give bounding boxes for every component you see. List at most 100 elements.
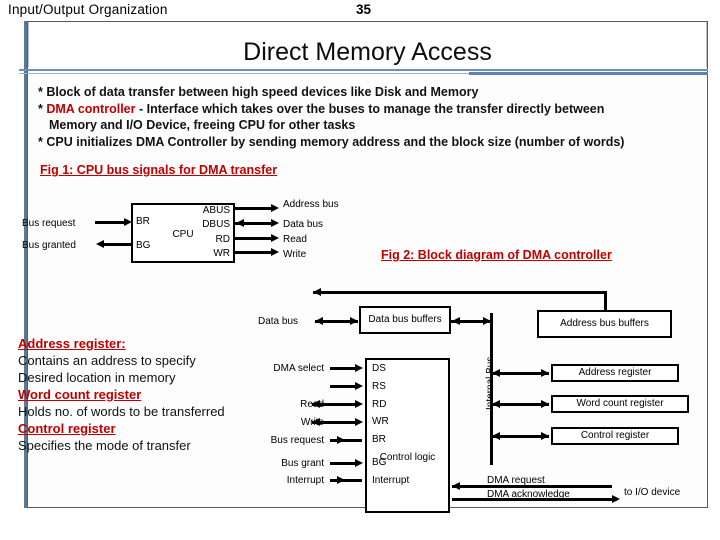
wr-line: [235, 251, 273, 254]
control-rd-arrow-left: [312, 400, 320, 408]
control-register-arrow-right: [541, 432, 549, 440]
address-bus-top-arrow: [313, 288, 321, 296]
data-buffers-bus-arrow-left: [452, 317, 460, 325]
word-count-register-label: Word count register: [576, 398, 664, 410]
control-interrupt-label: Interrupt: [286, 475, 324, 486]
data-bus-buffers-box: Data bus buffers: [359, 306, 451, 334]
control-pin-rd: RD: [372, 399, 387, 410]
control-bus-request-label: Bus request: [270, 435, 324, 446]
word-count-register-box: Word count register: [551, 395, 689, 413]
note-line: Contains an address to specify: [18, 353, 196, 368]
note-heading-control-register: Control register: [18, 421, 116, 436]
rs-line: [330, 385, 358, 388]
control-pin-br: BR: [372, 434, 386, 445]
dma-request-arrow: [452, 482, 460, 490]
data-bus-arrow-left: [315, 317, 323, 325]
control-wr-arrow-left: [312, 418, 320, 426]
to-io-device-label: to I/O device: [624, 487, 681, 498]
bullet-text-highlight: DMA controller: [46, 101, 136, 116]
note-line: Holds no. of words to be transferred: [18, 404, 225, 419]
dma-request-label: DMA request: [487, 475, 545, 486]
header-course-title: Input/Output Organization: [8, 2, 168, 17]
data-bus-label: Data bus: [283, 219, 324, 230]
address-bus-buffers-label: Address bus buffers: [560, 318, 649, 330]
bullet-text: CPU initializes DMA Controller by sendin…: [46, 134, 625, 149]
word-count-register-arrow-left: [492, 400, 500, 408]
page-title: Direct Memory Access: [243, 38, 492, 66]
cpu-pin-br: BR: [136, 216, 150, 227]
control-br-arrow: [337, 436, 345, 444]
data-bus-buffers-label: Data bus buffers: [368, 314, 442, 326]
bus-request-line: [95, 221, 125, 224]
cpu-pin-dbus: DBUS: [202, 219, 230, 230]
dma-acknowledge-arrow: [612, 495, 620, 503]
note-heading-word-count-register: Word count register: [18, 387, 142, 402]
header-slide-number: 35: [356, 2, 372, 17]
dbus-arrow-left: [236, 219, 244, 227]
control-interrupt-arrow: [337, 476, 345, 484]
slide-root: Input/Output Organization 35 Direct Memo…: [0, 0, 720, 540]
bus-granted-arrow: [96, 240, 104, 248]
bullet-text: Block of data transfer between high spee…: [46, 85, 479, 99]
cpu-pin-rd: RD: [215, 234, 230, 245]
read-label: Read: [283, 234, 307, 245]
note-line: Desired location in memory: [18, 370, 176, 385]
control-register-arrow-left: [492, 432, 500, 440]
rd-arrow: [271, 234, 279, 242]
rd-line: [235, 237, 273, 240]
write-label: Write: [283, 249, 307, 260]
cpu-pin-bg: BG: [136, 240, 151, 251]
abus-line: [235, 207, 273, 210]
bus-request-arrow: [124, 218, 132, 226]
bullet-item: * DMA controller - Interface which takes…: [38, 101, 703, 118]
title-rule-accent: [469, 72, 708, 75]
address-register-arrow-left: [492, 369, 500, 377]
address-bus-buffers-box: Address bus buffers: [537, 310, 672, 338]
note-line: Specifies the mode of transfer: [18, 438, 191, 453]
title-rule-top: [19, 69, 708, 71]
bullet-item-continuation: Memory and I/O Device, freeing CPU for o…: [38, 117, 703, 134]
bus-granted-line: [103, 243, 131, 246]
ds-arrow: [355, 364, 363, 372]
dma-select-label: DMA select: [273, 363, 324, 374]
ds-line: [330, 367, 358, 370]
bullet-marker: *: [38, 101, 43, 116]
note-heading-address-register: Address register:: [18, 336, 126, 351]
control-rd-arrow-right: [355, 400, 363, 408]
control-logic-label: Control logic: [379, 451, 436, 463]
data-bus-external-label: Data bus: [258, 316, 299, 327]
address-register-arrow-right: [541, 369, 549, 377]
address-bus-drop-line: [604, 291, 607, 311]
bullet-item: * CPU initializes DMA Controller by send…: [38, 134, 703, 151]
bullet-marker: *: [38, 134, 43, 149]
address-register-label: Address register: [578, 367, 652, 379]
bullet-item: * Block of data transfer between high sp…: [38, 84, 703, 101]
cpu-pin-abus: ABUS: [202, 205, 230, 216]
abus-arrow: [271, 204, 279, 212]
address-bus-label: Address bus: [283, 199, 339, 210]
bullet-text: Memory and I/O Device, freeing CPU for o…: [49, 118, 356, 132]
dbus-arrow-right: [271, 219, 279, 227]
dma-acknowledge-label: DMA acknowledge: [487, 489, 570, 500]
figure-2-caption: Fig 2: Block diagram of DMA controller: [381, 248, 612, 262]
control-pin-ds: DS: [372, 363, 386, 374]
control-pin-interrupt: Interrupt: [372, 475, 410, 486]
slide-header: Input/Output Organization 35: [0, 0, 720, 22]
register-notes: Address register: Contains an address to…: [18, 335, 268, 454]
address-bus-top-line: [313, 291, 606, 294]
wr-arrow: [271, 248, 279, 256]
control-bus-grant-label: Bus grant: [281, 458, 324, 469]
bullet-marker: *: [38, 85, 43, 99]
figure-1-caption: Fig 1: CPU bus signals for DMA transfer: [40, 163, 278, 177]
control-wr-arrow-right: [355, 418, 363, 426]
control-register-label: Control register: [580, 430, 650, 442]
control-bg-line: [330, 462, 358, 465]
bus-granted-label: Bus granted: [22, 240, 76, 251]
address-register-box: Address register: [551, 364, 679, 382]
control-register-box: Control register: [551, 427, 679, 445]
rs-arrow: [355, 382, 363, 390]
bullet-text: - Interface which takes over the buses t…: [135, 101, 605, 116]
control-br-line: [330, 439, 362, 442]
bullet-list: * Block of data transfer between high sp…: [38, 84, 703, 150]
cpu-pin-wr: WR: [213, 248, 230, 259]
